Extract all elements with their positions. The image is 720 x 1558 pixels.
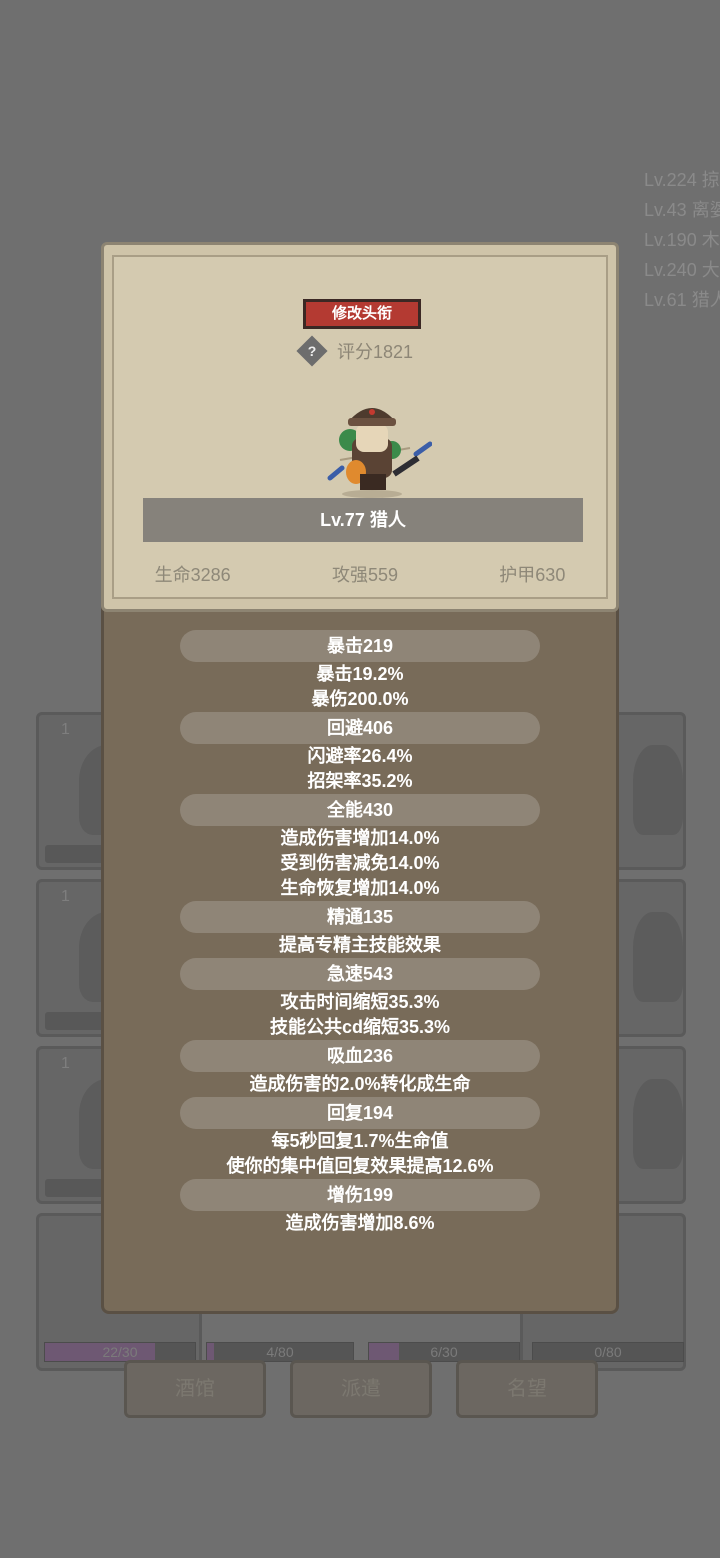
hero-figure-icon <box>633 1079 683 1169</box>
hp-stat: 生命3286 <box>154 565 231 585</box>
bg-list-item: Lv.190 木 <box>644 230 720 250</box>
help-icon[interactable]: ? <box>296 335 328 367</box>
regen-line: 每5秒回复1.7%生命值 <box>271 1131 449 1151</box>
card-level: 1 <box>61 1055 70 1072</box>
versatility-line: 生命恢复增加14.0% <box>280 878 440 898</box>
bg-list-item: Lv.61 猎人 <box>644 290 720 310</box>
regen-header: 回复194 <box>180 1097 540 1129</box>
armor-stat: 护甲630 <box>499 565 566 585</box>
lifesteal-header: 吸血236 <box>180 1040 540 1072</box>
bg-list-item: Lv.43 离婆 <box>644 200 720 220</box>
dispatch-tab-button[interactable]: 派遣 <box>290 1360 432 1418</box>
regen-line: 使你的集中值回复效果提高12.6% <box>226 1156 494 1176</box>
versatility-line: 受到伤害减免14.0% <box>280 853 440 873</box>
progress-text: 22/30 <box>102 1344 138 1360</box>
reputation-tab-button[interactable]: 名望 <box>456 1360 598 1418</box>
score-text: 评分1821 <box>337 342 414 362</box>
hero-summary-panel: 修改头衔 ? 评分1821 Lv.77 猎人 生命3286 攻强559 护甲63… <box>101 242 619 612</box>
attack-power-stat: 攻强559 <box>331 565 399 585</box>
haste-header: 急速543 <box>180 958 540 990</box>
progress-bar: 22/30 <box>44 1342 196 1362</box>
attribute-list: 暴击219 暴击19.2% 暴伤200.0% 回避406 闪避率26.4% 招架… <box>101 630 619 1236</box>
bg-list-item: Lv.224 掠 <box>644 170 720 190</box>
crit-header: 暴击219 <box>180 630 540 662</box>
card-level: 1 <box>61 721 70 738</box>
progress-bar: 4/80 <box>206 1342 354 1362</box>
progress-text: 6/30 <box>430 1344 458 1360</box>
hunter-avatar-icon <box>327 408 432 498</box>
hero-figure-icon <box>633 912 683 1002</box>
crit-line: 暴伤200.0% <box>311 689 409 709</box>
hero-name-bar: Lv.77 猎人 <box>143 498 583 542</box>
change-title-button[interactable]: 修改头衔 <box>303 299 421 329</box>
versatility-header: 全能430 <box>180 794 540 826</box>
avoidance-header: 回避406 <box>180 712 540 744</box>
mastery-line: 提高专精主技能效果 <box>279 935 441 955</box>
damage-bonus-line: 造成伤害增加8.6% <box>285 1213 435 1233</box>
hero-stats-row: 生命3286 攻强559 护甲630 <box>104 561 616 587</box>
help-icon-glyph: ? <box>307 343 317 359</box>
progress-text: 0/80 <box>594 1344 622 1360</box>
background-level-list: Lv.224 掠 Lv.43 离婆 Lv.190 木 Lv.240 大 Lv.6… <box>644 165 720 315</box>
avoidance-line: 闪避率26.4% <box>307 746 413 766</box>
hero-figure-icon <box>633 745 683 835</box>
progress-text: 4/80 <box>266 1344 294 1360</box>
mastery-header: 精通135 <box>180 901 540 933</box>
card-level: 1 <box>61 888 70 905</box>
damage-bonus-header: 增伤199 <box>180 1179 540 1211</box>
haste-line: 技能公共cd缩短35.3% <box>269 1017 451 1037</box>
tavern-tab-button[interactable]: 酒馆 <box>124 1360 266 1418</box>
versatility-line: 造成伤害增加14.0% <box>280 828 440 848</box>
haste-line: 攻击时间缩短35.3% <box>280 992 440 1012</box>
bg-list-item: Lv.240 大 <box>644 260 720 280</box>
crit-line: 暴击19.2% <box>316 664 404 684</box>
progress-bar: 6/30 <box>368 1342 520 1362</box>
lifesteal-line: 造成伤害的2.0%转化成生命 <box>249 1074 471 1094</box>
progress-bar: 0/80 <box>532 1342 684 1362</box>
hero-detail-modal: 修改头衔 ? 评分1821 Lv.77 猎人 生命3286 攻强559 护甲63… <box>101 242 619 1314</box>
avoidance-line: 招架率35.2% <box>307 771 413 791</box>
score-row: ? 评分1821 <box>296 335 414 367</box>
